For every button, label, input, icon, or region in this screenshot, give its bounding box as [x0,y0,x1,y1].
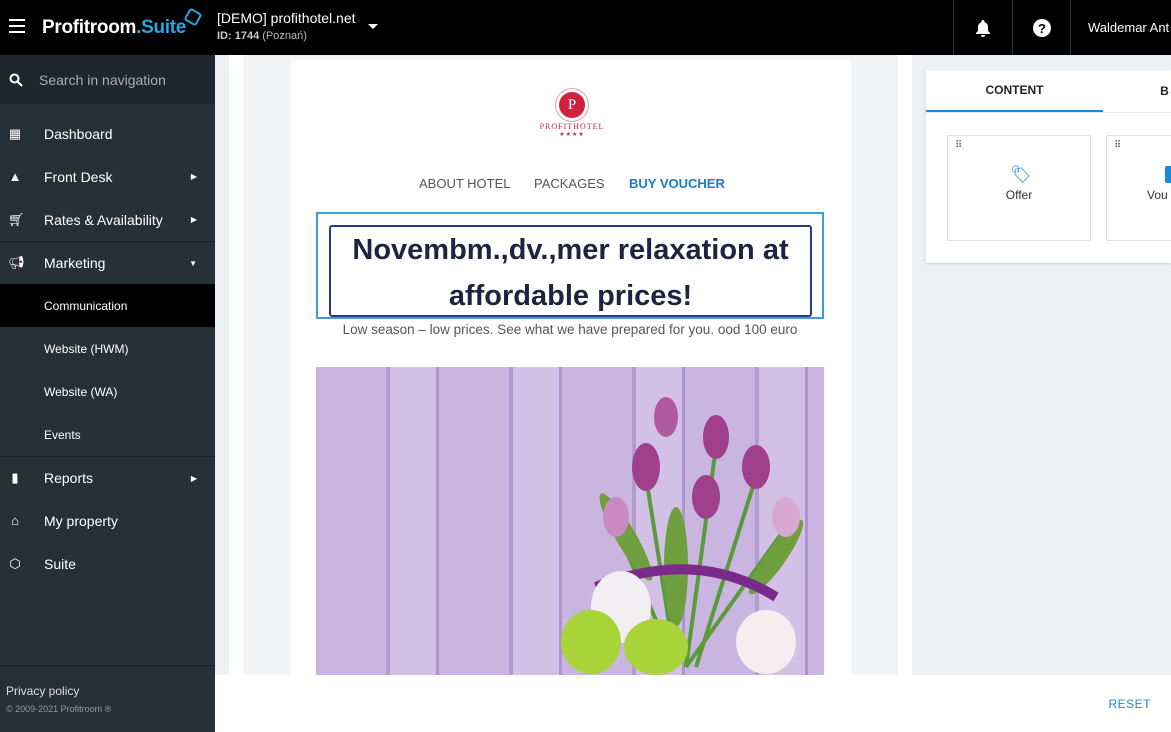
sidebar-item-label: My property [44,512,118,529]
svg-text:?: ? [1038,21,1046,36]
cart-icon: 🛒︎ [8,211,25,227]
bell-icon [976,19,990,37]
sidebar-item-front-desk[interactable]: ▲ Front Desk ▶ [0,155,215,198]
tab-content[interactable]: CONTENT [926,70,1103,112]
chevron-right-icon: ▶ [190,215,197,224]
suite-icon: ⬡ [9,555,21,571]
megaphone-icon: 📢︎ [8,255,25,270]
hotel-id: ID: 1744 [217,30,260,42]
sidebar-item-label: Suite [44,555,76,572]
logo-emblem: P [559,92,585,118]
sidebar: Search in navigation ▦ Dashboard ▲ Front D… [0,55,215,732]
chevron-down-icon[interactable] [368,24,378,29]
voucher-icon [1165,166,1171,183]
brand-main: Profitroom [42,17,137,38]
email-menu-about[interactable]: ABOUT HOTEL [419,176,511,191]
chevron-right-icon: ▶ [190,473,197,483]
sidebar-item-reports[interactable]: ▮ Reports ▶ [0,456,215,499]
home-icon: ⌂ [11,512,19,528]
subtitle-text[interactable]: Low season – low prices. See what we hav… [316,322,824,337]
logo-stars: ★★★★ [559,132,585,138]
sidebar-item-label: Front Desk [44,168,113,185]
user-name[interactable]: Waldemar Ant [1088,20,1171,35]
reset-button[interactable]: RESET [1108,697,1151,711]
bar-chart-icon: ▮ [11,470,19,485]
email-menu-packages[interactable]: PACKAGES [534,176,605,191]
search-placeholder[interactable]: Search in navigation [39,72,166,88]
tulips-illustration [561,397,804,675]
bottom-bar: RESET [215,675,1171,732]
blocks-panel: CONTENT B ⠿ 🏷︎ Offer ⠿ Vou [926,70,1171,263]
sidebar-item-label: Dashboard [44,125,113,142]
sidebar-item-suite[interactable]: ⬡ Suite [0,542,215,585]
hotel-logo: P PROFITHOTEL ★★★★ [537,92,607,138]
logo-text: PROFITHOTEL [539,122,605,131]
privacy-policy-link[interactable]: Privacy policy [6,684,209,698]
nav-search[interactable]: Search in navigation [0,55,215,104]
tab-blocks[interactable]: B [1158,70,1171,112]
notifications-button[interactable] [953,0,1012,55]
headline-text[interactable]: Novembm.,dv.,mer relaxation at affordabl… [329,225,812,317]
sidebar-sub-website-wa[interactable]: Website (WA) [0,370,215,413]
brand-suffix: Suite [141,17,187,38]
sidebar-item-rates[interactable]: 🛒︎ Rates & Availability ▶ [0,198,215,241]
sidebar-item-my-property[interactable]: ⌂ My property [0,499,215,542]
help-icon: ? [1032,18,1051,37]
block-card-voucher[interactable]: ⠿ Vou [1106,135,1171,241]
email-menu-buy-voucher[interactable]: BUY VOUCHER [629,176,725,191]
help-button[interactable]: ? [1012,0,1070,55]
menu-icon[interactable] [9,19,25,33]
copyright: © 2009-2021 Profitroom ® [6,704,112,714]
sidebar-item-label: Marketing [44,255,106,271]
brand-logo[interactable]: Profitroom.Suite [42,7,203,39]
sidebar-item-label: Reports [44,470,94,486]
card-label: Vou [1147,188,1168,202]
hotel-selector[interactable]: [DEMO] profithotel.net ID: 1744 (Poznań) [217,10,356,42]
sidebar-item-marketing[interactable]: 📢︎ Marketing ▼ [0,241,215,284]
drag-handle-icon[interactable]: ⠿ [1114,140,1121,151]
tag-icon: 🏷︎ [1010,165,1032,184]
sidebar-item-label: Rates & Availability [44,211,163,228]
bell-desk-icon: ▲ [8,168,22,184]
search-icon [9,73,23,87]
hotel-city: (Poznań) [262,30,307,42]
block-card-offer[interactable]: ⠿ 🏷︎ Offer [947,135,1091,241]
dashboard-icon: ▦ [8,125,22,141]
sidebar-item-dashboard[interactable]: ▦ Dashboard [0,112,215,155]
hotel-name: [DEMO] profithotel.net [217,10,356,26]
sidebar-sub-events[interactable]: Events [0,413,215,456]
chevron-down-icon: ▼ [189,258,197,268]
card-label: Offer [1005,188,1033,202]
tulips-image[interactable] [316,367,824,675]
chevron-right-icon: ▶ [190,172,197,181]
drag-handle-icon[interactable]: ⠿ [955,140,962,151]
sidebar-sub-communication[interactable]: Communication [0,284,215,327]
sidebar-sub-website-hwm[interactable]: Website (HWM) [0,327,215,370]
top-bar: Profitroom.Suite [DEMO] profithotel.net … [0,0,1171,55]
